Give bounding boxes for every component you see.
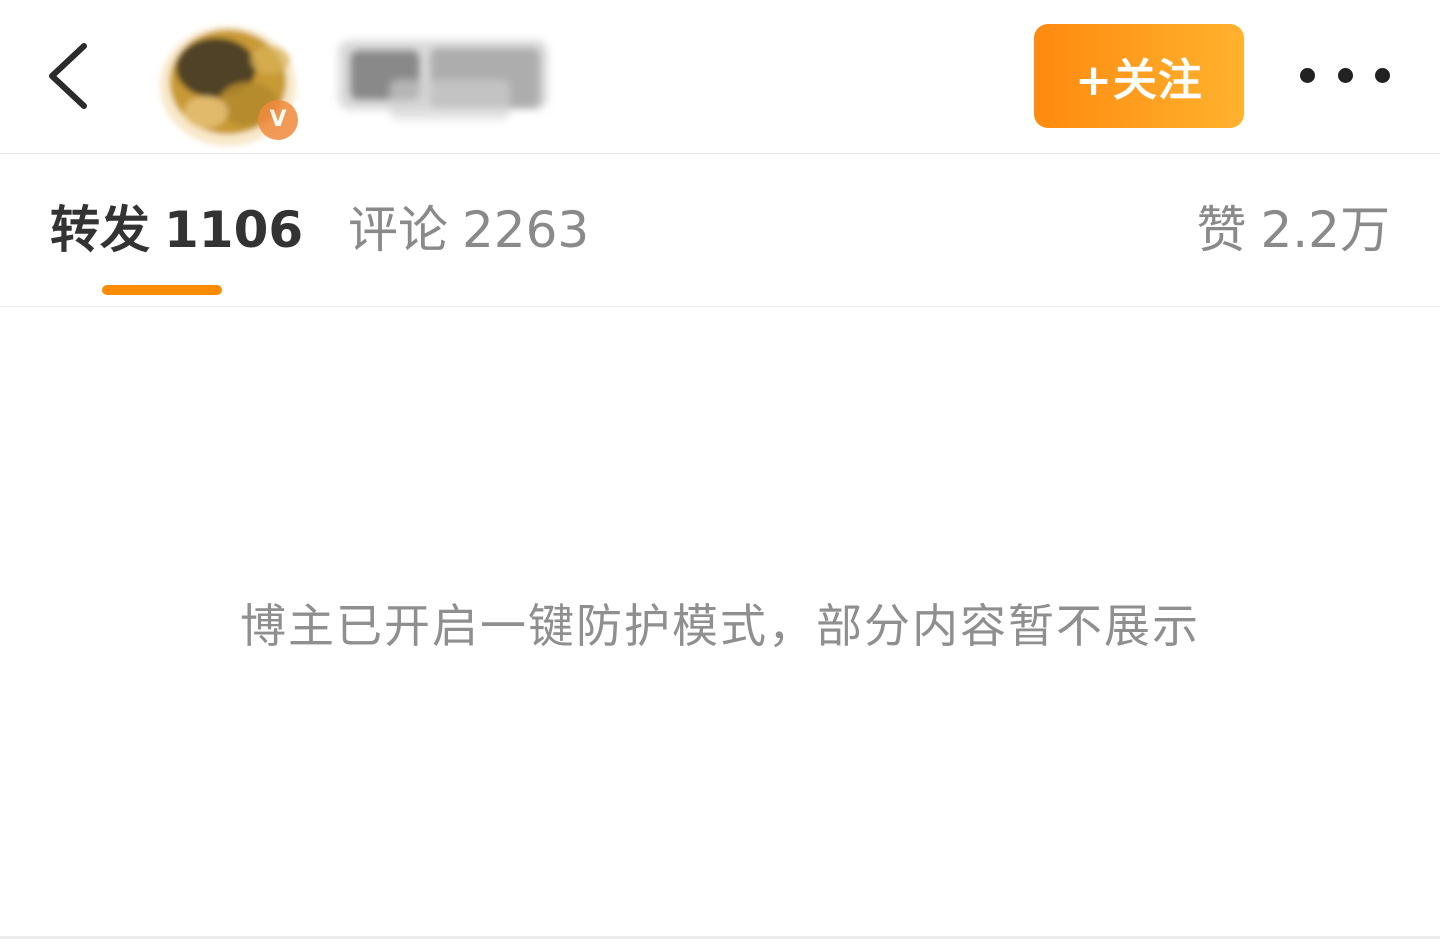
tab-count: 2263 bbox=[462, 201, 590, 259]
verified-v-icon: V bbox=[258, 100, 298, 140]
follow-button[interactable]: +关注 bbox=[1034, 24, 1244, 128]
active-tab-indicator bbox=[102, 285, 222, 295]
chevron-left-icon bbox=[49, 43, 87, 109]
avatar[interactable] bbox=[150, 20, 310, 160]
protection-mode-message: 博主已开启一键防护模式，部分内容暂不展示 bbox=[240, 599, 1200, 653]
tab-comment[interactable]: 评论 2263 bbox=[348, 198, 589, 262]
top-bar: V +关注 bbox=[0, 0, 1440, 154]
tab-label: 赞 bbox=[1196, 201, 1247, 259]
more-options-button[interactable] bbox=[1300, 50, 1390, 100]
more-horizontal-icon bbox=[1337, 67, 1353, 83]
repost-detail-page: V +关注 转发 1106 评论 2263 赞 2.2万 博主已开启一键防护模式… bbox=[0, 0, 1440, 939]
username[interactable] bbox=[330, 20, 565, 150]
tab-count: 2.2万 bbox=[1260, 201, 1390, 259]
back-button[interactable] bbox=[40, 36, 100, 116]
tab-repost[interactable]: 转发 1106 bbox=[50, 198, 303, 262]
more-horizontal-icon bbox=[1375, 67, 1390, 83]
more-horizontal-icon bbox=[1300, 67, 1315, 83]
tab-like[interactable]: 赞 2.2万 bbox=[1196, 198, 1390, 262]
tab-bar: 转发 1106 评论 2263 赞 2.2万 bbox=[0, 154, 1440, 307]
tab-label: 评论 bbox=[348, 201, 448, 259]
tab-count: 1106 bbox=[164, 201, 304, 259]
tab-label: 转发 bbox=[50, 201, 150, 259]
